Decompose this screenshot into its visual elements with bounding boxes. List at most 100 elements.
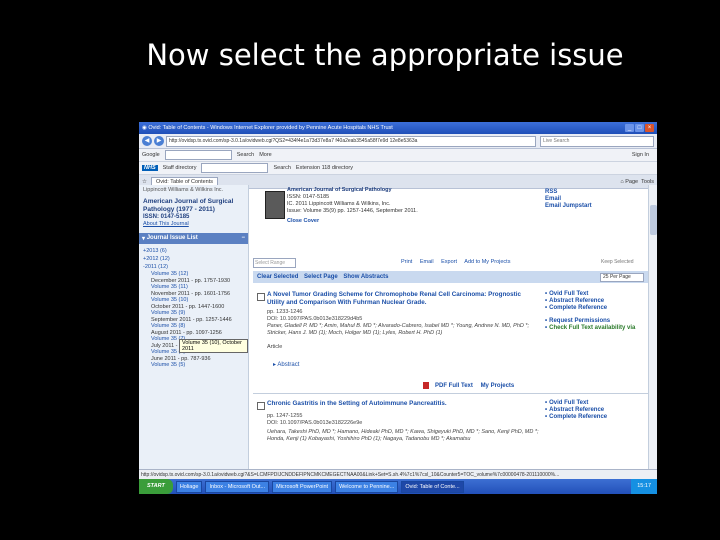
- back-icon[interactable]: ◀: [142, 136, 152, 146]
- article-doi: DOI: 10.1097/PAS.0b013e318229d4b5: [267, 316, 363, 322]
- article-pages: pp. 1247-1255: [267, 413, 303, 419]
- address-bar[interactable]: http://ovidsp.tx.ovid.com/sp-3.0.1a/ovid…: [166, 135, 536, 147]
- start-button[interactable]: START: [139, 479, 173, 494]
- feed-links: RSS Email Email Jumpstart: [545, 189, 592, 210]
- article-authors: Paner, Gladell P. MD *; Amin, Mahul B. M…: [267, 323, 530, 336]
- minus-icon[interactable]: −: [241, 235, 245, 242]
- pdf-full-text-link[interactable]: PDF Full Text: [435, 383, 473, 389]
- google-search-button[interactable]: Search: [237, 152, 254, 158]
- journal-info-issue: Issue: Volume 35(9) pp. 1257-1446, Septe…: [287, 208, 418, 214]
- page-content: Lippincott Williams & Wilkins Inc. Ameri…: [139, 185, 657, 469]
- nhs-staff-directory[interactable]: Staff directory: [163, 165, 197, 171]
- window-title: Ovid: Table of Contents - Windows Intern…: [148, 125, 393, 131]
- abstract-link[interactable]: ▸ Abstract: [273, 361, 299, 368]
- keep-selected-checkbox[interactable]: Keep Selected: [601, 259, 634, 265]
- request-permissions-link[interactable]: • Request Permissions: [545, 318, 645, 325]
- google-more-button[interactable]: More: [259, 152, 272, 158]
- show-abstracts-link[interactable]: Show Abstracts: [343, 274, 388, 280]
- status-bar: http://ovidsp.tx.ovid.com/sp-3.0.1a/ovid…: [139, 469, 657, 479]
- ovid-full-text-link[interactable]: • Ovid Full Text: [545, 291, 645, 298]
- journal-name: American Journal of Surgical Pathology (…: [143, 198, 234, 213]
- pdf-row: PDF Full Text My Projects: [423, 382, 520, 389]
- taskbar-item[interactable]: Holiage: [175, 480, 203, 493]
- taskbar-item[interactable]: Microsoft PowerPoint: [272, 480, 333, 493]
- select-range-input[interactable]: Select Range: [253, 258, 296, 268]
- scrollbar-thumb[interactable]: [650, 205, 657, 235]
- abstract-reference-link[interactable]: • Abstract Reference: [545, 407, 645, 414]
- journal-info-copyright: IC. 2011 Lippincott Williams & Wilkins, …: [287, 201, 391, 207]
- maximize-icon[interactable]: □: [635, 124, 644, 132]
- my-projects-link[interactable]: My Projects: [481, 383, 515, 389]
- per-page-select[interactable]: 25 Per Page: [600, 273, 644, 282]
- taskbar-item[interactable]: Ovid: Table of Conte...: [401, 480, 464, 493]
- minimize-icon[interactable]: _: [625, 124, 634, 132]
- article-authors: Uehara, Takeshi PhD, MD *; Hamano, Hidea…: [267, 429, 539, 442]
- vertical-scrollbar[interactable]: [648, 185, 657, 469]
- journal-info: American Journal of Surgical Pathology I…: [287, 187, 418, 225]
- article-type: Article: [267, 344, 283, 350]
- clear-selected-link[interactable]: Clear Selected: [257, 274, 298, 280]
- nhs-logo: NHS: [142, 165, 158, 171]
- article-doi: DOI: 10.1097/PAS.0b013e3182226e9e: [267, 420, 363, 426]
- year-2011[interactable]: -2011 (12): [143, 263, 244, 271]
- email-link[interactable]: Email: [545, 196, 592, 203]
- nhs-extension-directory[interactable]: Extension 118 directory: [296, 165, 353, 171]
- journal-cover-image: [265, 191, 285, 219]
- export-button[interactable]: Export: [441, 259, 457, 265]
- issue-volume-link[interactable]: Volume 35 (5): [151, 362, 244, 369]
- browser-title-bar: ◉ Ovid: Table of Contents - Windows Inte…: [139, 122, 657, 134]
- journal-issue-list-header[interactable]: ▾ Journal Issue List −: [139, 233, 248, 244]
- google-signin-button[interactable]: Sign In: [632, 152, 649, 158]
- journal-issn: ISSN: 0147-5185: [143, 214, 190, 220]
- nhs-toolbar: NHS Staff directory Search Extension 118…: [139, 162, 657, 175]
- rss-link[interactable]: RSS: [545, 189, 592, 196]
- complete-reference-link[interactable]: • Complete Reference: [545, 414, 645, 421]
- system-tray-clock: 15:17: [631, 479, 657, 494]
- issue-tooltip: Volume 35 (10), October 2011: [179, 339, 248, 353]
- tools-menu[interactable]: Tools: [641, 179, 654, 185]
- article-title[interactable]: Chronic Gastritis in the Setting of Auto…: [267, 400, 539, 408]
- article-title[interactable]: A Novel Tumor Grading Scheme for Chromop…: [267, 291, 539, 307]
- publisher: Lippincott Williams & Wilkins Inc.: [143, 187, 224, 193]
- email-button[interactable]: Email: [420, 259, 434, 265]
- complete-reference-link[interactable]: • Complete Reference: [545, 305, 645, 312]
- year-2013[interactable]: +2013 (6): [143, 247, 244, 255]
- print-button[interactable]: Print: [401, 259, 412, 265]
- abstract-reference-link[interactable]: • Abstract Reference: [545, 298, 645, 305]
- close-cover-link[interactable]: Close Cover: [287, 218, 418, 225]
- forward-icon[interactable]: ▶: [154, 136, 164, 146]
- article-pages: pp. 1233-1246: [267, 309, 303, 315]
- nhs-search-input[interactable]: [201, 163, 269, 173]
- windows-taskbar: START Holiage Inbox - Microsoft Out... M…: [139, 479, 657, 494]
- selection-bar: Clear Selected Select Page Show Abstract…: [253, 271, 648, 283]
- select-page-link[interactable]: Select Page: [304, 274, 338, 280]
- article-links: • Ovid Full Text • Abstract Reference • Com…: [545, 291, 645, 332]
- results-toolbar: Print Email Export Add to My Projects: [401, 259, 516, 265]
- about-journal-link[interactable]: About This Journal: [143, 221, 244, 228]
- journal-info-issn: ISSN: 0147-5185: [287, 194, 330, 200]
- article-checkbox[interactable]: [257, 402, 265, 410]
- main-column: American Journal of Surgical Pathology I…: [253, 185, 648, 469]
- left-column: Lippincott Williams & Wilkins Inc. Ameri…: [139, 185, 249, 469]
- check-full-text-link[interactable]: • Check Full Text availability via: [545, 325, 645, 332]
- add-to-projects-button[interactable]: Add to My Projects: [464, 259, 510, 265]
- favorites-star-icon[interactable]: ☆: [142, 179, 147, 185]
- google-toolbar: Google Search More Sign In: [139, 149, 657, 162]
- google-search-input[interactable]: [164, 150, 232, 160]
- page-menu[interactable]: Page: [625, 179, 638, 185]
- google-label: Google: [142, 152, 160, 158]
- email-jumpstart-link[interactable]: Email Jumpstart: [545, 203, 592, 210]
- close-icon[interactable]: ×: [645, 124, 654, 132]
- year-2012[interactable]: +2012 (12): [143, 255, 244, 263]
- address-row: ◀ ▶ http://ovidsp.tx.ovid.com/sp-3.0.1a/…: [139, 134, 657, 149]
- article-links: • Ovid Full Text • Abstract Reference • Com…: [545, 400, 645, 421]
- pdf-icon: [423, 382, 429, 389]
- taskbar-item[interactable]: Welcome to Pennine...: [335, 480, 399, 493]
- nhs-search-button[interactable]: Search: [273, 165, 290, 171]
- ovid-full-text-link[interactable]: • Ovid Full Text: [545, 400, 645, 407]
- live-search-input[interactable]: Live Search: [540, 135, 654, 147]
- slide-title: Now select the appropriate issue: [146, 38, 624, 72]
- article-checkbox[interactable]: [257, 293, 265, 301]
- browser-screenshot: ◉ Ovid: Table of Contents - Windows Inte…: [139, 122, 657, 494]
- taskbar-item[interactable]: Inbox - Microsoft Out...: [205, 480, 270, 493]
